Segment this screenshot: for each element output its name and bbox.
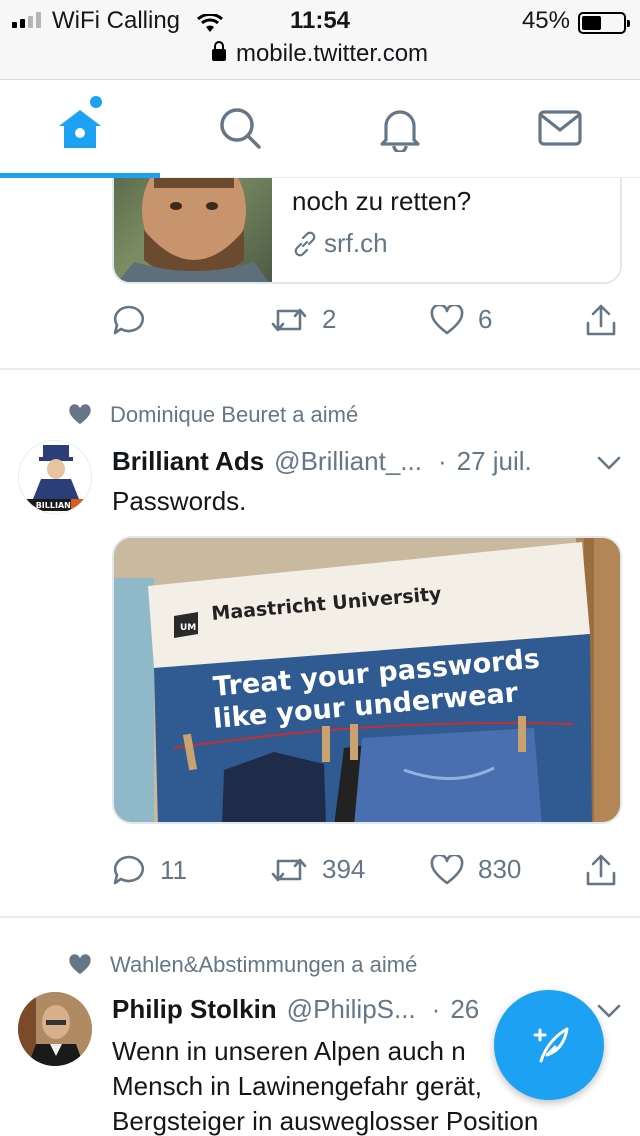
heart-filled-icon	[69, 404, 91, 425]
bell-icon	[380, 110, 420, 152]
chevron-down-icon[interactable]	[596, 454, 622, 472]
home-icon	[59, 110, 101, 148]
tweet-header: Philip Stolkin @PhilipS... · 26	[112, 994, 479, 1025]
tab-home[interactable]	[0, 80, 160, 176]
retweet-count: 2	[322, 304, 337, 334]
tweet-time[interactable]: 27 juil.	[457, 446, 532, 477]
retweet-count: 394	[322, 854, 366, 884]
tweet-actions: 11 394 830	[112, 854, 622, 894]
compose-tweet-button[interactable]	[494, 990, 604, 1100]
tab-search[interactable]	[160, 80, 320, 176]
share-button[interactable]	[584, 304, 618, 338]
tweet-text-line: Bergsteiger in ausweglosser Position	[112, 1106, 539, 1136]
social-context[interactable]: Wahlen&Abstimmungen a aimé	[68, 952, 417, 978]
separator-dot: ·	[431, 994, 441, 1024]
tab-bar	[0, 80, 640, 178]
battery-icon	[578, 12, 630, 34]
avatar[interactable]	[18, 992, 92, 1066]
retweet-icon	[271, 858, 307, 881]
share-button[interactable]	[584, 854, 618, 888]
like-button[interactable]: 6	[430, 304, 492, 335]
chevron-down-icon[interactable]	[596, 1002, 622, 1020]
social-context-text: Dominique Beuret a aimé	[110, 402, 359, 427]
heart-filled-icon	[69, 954, 91, 975]
author-name[interactable]: Philip Stolkin	[112, 994, 277, 1025]
share-icon	[586, 304, 616, 336]
tweet-photo[interactable]: UM Maastricht University Treat your pass…	[112, 536, 622, 824]
reply-count: 11	[160, 854, 187, 885]
social-context[interactable]: Dominique Beuret a aimé	[68, 402, 358, 428]
lock-icon	[211, 41, 226, 61]
share-icon	[586, 854, 616, 886]
heart-icon	[430, 304, 464, 334]
search-icon	[220, 108, 261, 149]
reply-button[interactable]: 11	[112, 854, 187, 886]
tweet-divider	[0, 916, 640, 918]
link-card[interactable]: noch zu retten? srf.ch	[112, 178, 622, 284]
like-button[interactable]: 830	[430, 854, 521, 885]
tweet-text: Passwords.	[112, 486, 247, 516]
tweet-time[interactable]: 26	[450, 994, 479, 1025]
like-count: 6	[478, 304, 493, 334]
reply-icon	[113, 855, 145, 885]
status-bar: WiFi Calling 11:54 45%	[0, 6, 640, 36]
tab-notifications[interactable]	[320, 80, 480, 176]
timeline[interactable]: noch zu retten? srf.ch 2 6 Dominique Beu…	[0, 178, 640, 1136]
link-card-thumbnail	[114, 178, 272, 282]
author-name[interactable]: Brilliant Ads	[112, 446, 264, 477]
compose-feather-icon	[533, 1027, 569, 1063]
tweet-header: Brilliant Ads @Brilliant_... · 27 juil.	[112, 446, 532, 477]
link-card-domain-text: srf.ch	[324, 228, 388, 258]
mail-icon	[538, 110, 582, 146]
retweet-icon	[271, 308, 307, 331]
separator-dot: ·	[437, 446, 447, 476]
avatar[interactable]: BILLIANT	[18, 440, 92, 514]
tweet-actions: 2 6	[112, 304, 622, 344]
reply-icon	[113, 305, 145, 335]
logo-mark: UM	[180, 623, 196, 633]
social-context-text: Wahlen&Abstimmungen a aimé	[110, 952, 418, 977]
author-handle[interactable]: @PhilipS...	[287, 994, 416, 1025]
link-card-domain: srf.ch	[292, 228, 388, 259]
tweet-divider	[0, 368, 640, 370]
heart-icon	[430, 854, 464, 884]
link-icon	[294, 231, 316, 256]
retweet-button[interactable]: 394	[270, 854, 365, 885]
url-text: mobile.twitter.com	[235, 40, 429, 67]
notification-dot	[90, 96, 102, 108]
reply-button[interactable]	[112, 304, 160, 336]
link-card-title: noch zu retten?	[292, 186, 472, 216]
avatar-text: BILLIANT	[36, 501, 77, 510]
author-handle[interactable]: @Brilliant_...	[274, 446, 422, 477]
retweet-button[interactable]: 2	[270, 304, 336, 335]
address-bar[interactable]: mobile.twitter.com	[0, 40, 640, 68]
like-count: 830	[478, 854, 522, 884]
tab-messages[interactable]	[480, 80, 640, 176]
browser-chrome: WiFi Calling 11:54 45% mobile.twitter.co…	[0, 0, 640, 80]
battery-percent: 45%	[521, 7, 570, 34]
